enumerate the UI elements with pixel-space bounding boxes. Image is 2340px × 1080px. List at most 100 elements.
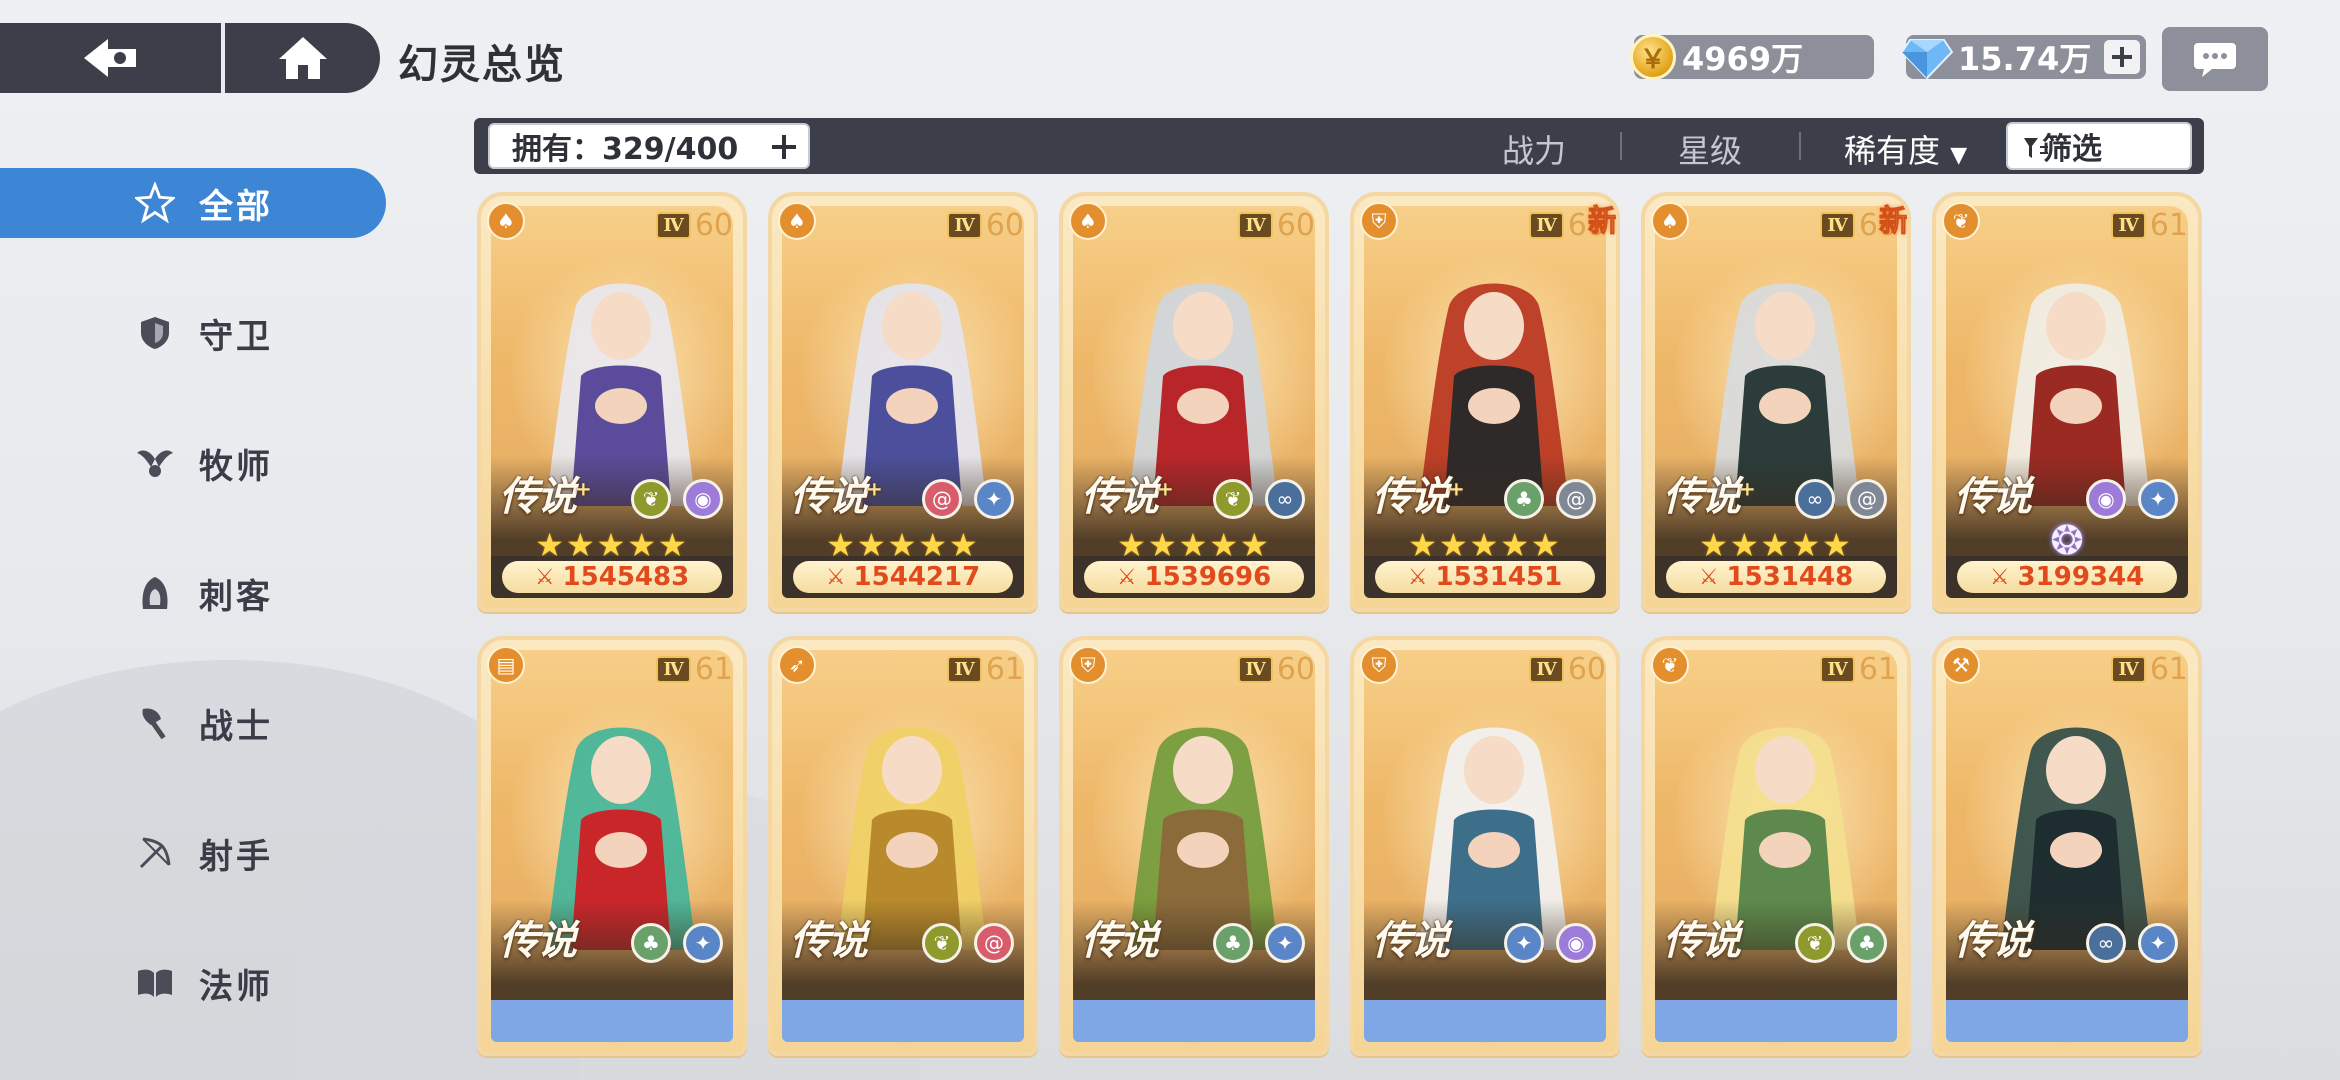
frost-icon: ✦ <box>1504 923 1544 963</box>
owned-count[interactable]: 拥有：329/400 <box>488 123 810 169</box>
rarity-label: 传说 <box>1954 917 2032 964</box>
spiral-icon: @ <box>1847 479 1887 519</box>
rank-badge: Ⅳ <box>947 212 982 239</box>
frost-icon: ✦ <box>2138 479 2178 519</box>
level-number: 60 <box>985 208 1024 243</box>
combat-power: 1539696 <box>1144 562 1272 592</box>
rarity-label: 传说 <box>1081 917 1159 964</box>
spiral-icon: @ <box>1556 479 1596 519</box>
gold-counter: ￥ 4969万 <box>1630 34 1874 80</box>
hero-card[interactable]: ♠ Ⅳ 60 传说+ ❦ ◉ ★★★★★ ⚔ 1545483 <box>477 192 747 612</box>
sidebar-item-all[interactable]: 全部 <box>0 168 386 238</box>
card-base <box>1655 1000 1897 1042</box>
gem-counter: 15.74万 <box>1900 35 2146 80</box>
rank-badge: Ⅳ <box>2111 656 2146 683</box>
add-gems-button[interactable] <box>2104 40 2140 74</box>
hero-card[interactable]: ▤ Ⅳ 61 传说♣✦❂ <box>477 636 747 1056</box>
combat-power: 1531451 <box>1435 562 1563 592</box>
level-number: 60 <box>1276 208 1315 243</box>
sidebar-item-label: 射手 <box>199 836 273 877</box>
rank-badge: Ⅳ <box>1529 212 1564 239</box>
rarity-label: 传说 <box>1663 917 1741 964</box>
sidebar-item-label: 牧师 <box>199 446 273 487</box>
card-base <box>782 1000 1024 1042</box>
expand-capacity-button[interactable] <box>766 130 802 164</box>
sidebar-item-priest[interactable]: 牧师 <box>0 428 390 498</box>
hero-card[interactable]: ❦ Ⅳ 61 传说 ◉ ✦ ❂ ⚔ 3199344 <box>1932 192 2202 612</box>
sidebar-item-warrior[interactable]: 战士 <box>0 688 390 758</box>
hero-card[interactable]: ➶ Ⅳ 61 传说❦@❂ <box>768 636 1038 1056</box>
hero-level: Ⅳ 60 <box>1238 652 1315 687</box>
wind-icon: ❦ <box>1795 923 1835 963</box>
top-nav <box>0 23 380 93</box>
level-number: 60 <box>1567 652 1606 687</box>
new-badge: 新 <box>1588 204 1618 240</box>
leaf-icon: ♣ <box>1504 479 1544 519</box>
rarity-label: 传说+ <box>1081 473 1174 520</box>
hero-level: Ⅳ 60 <box>1529 652 1606 687</box>
sort-by-star[interactable]: 星级 <box>1678 126 1742 172</box>
gold-coin-icon: ￥ <box>1630 34 1676 80</box>
star-compass-icon <box>135 182 175 224</box>
wings-icon <box>135 443 175 483</box>
rarity-label: 传说 <box>499 917 577 964</box>
hero-card[interactable]: ⛨ Ⅳ 60 传说♣✦❂ <box>1059 636 1329 1056</box>
hero-card[interactable]: ♠ Ⅳ 60 传说+ ❦ ∞ ★★★★★ ⚔ 1539696 <box>1059 192 1329 612</box>
hood-icon <box>135 573 175 613</box>
rank-badge: Ⅳ <box>656 656 691 683</box>
hero-card[interactable]: ⛨ Ⅳ 60 传说✦◉❂ <box>1350 636 1620 1056</box>
hood-icon: ♠ <box>1069 202 1107 240</box>
axe-icon: ⚒ <box>1942 646 1980 684</box>
frost-icon: ✦ <box>974 479 1014 519</box>
diamond-icon <box>1900 39 1954 80</box>
shield-icon: ⛨ <box>1069 646 1107 684</box>
home-button[interactable] <box>225 23 380 93</box>
sort-rarity-label: 稀有度 <box>1844 132 1941 170</box>
rank-badge: Ⅳ <box>1238 656 1273 683</box>
level-number: 61 <box>2149 208 2188 243</box>
back-arrow-icon <box>83 39 136 77</box>
back-button[interactable] <box>0 23 225 93</box>
chat-button[interactable] <box>2162 27 2268 91</box>
hero-level: Ⅳ 61 <box>2111 652 2188 687</box>
hero-card[interactable]: ⚒ Ⅳ 61 传说∞✦❂ <box>1932 636 2202 1056</box>
filter-bar: 拥有：329/400 战力 星级 稀有度 ▼ 筛选 <box>474 118 2204 174</box>
rank-badge: Ⅳ <box>656 212 691 239</box>
wings-icon: ❦ <box>1942 202 1980 240</box>
filter-button-label: 筛选 <box>2042 132 2102 167</box>
rarity-label: 传说+ <box>1372 473 1465 520</box>
combat-power: 1545483 <box>562 562 690 592</box>
sidebar-item-label: 守卫 <box>199 316 273 357</box>
hero-card[interactable]: ♠ Ⅳ 60 传说+ @ ✦ ★★★★★ ⚔ 1544217 <box>768 192 1038 612</box>
void-icon: ∞ <box>1795 479 1835 519</box>
hero-card[interactable]: ❦ Ⅳ 61 传说❦♣❂ <box>1641 636 1911 1056</box>
eye-icon: ◉ <box>2086 479 2126 519</box>
hood-icon: ♠ <box>487 202 525 240</box>
rank-badge: Ⅳ <box>2111 212 2146 239</box>
hero-card[interactable]: ⛨ Ⅳ 60 新传说+ ♣ @ ★★★★★ ⚔ 1531451 <box>1350 192 1620 612</box>
crossed-swords-icon: ⚔ <box>1116 564 1137 590</box>
sidebar-item-archer[interactable]: 射手 <box>0 818 390 888</box>
shield-icon <box>135 313 175 353</box>
axe-icon <box>135 703 175 743</box>
sort-by-power[interactable]: 战力 <box>1502 126 1566 172</box>
rank-badge: Ⅳ <box>1820 656 1855 683</box>
combat-power: 3199344 <box>2017 562 2145 592</box>
rarity-label: 传说+ <box>790 473 883 520</box>
rarity-label: 传说+ <box>1663 473 1756 520</box>
owned-count-text: 拥有：329/400 <box>512 132 739 167</box>
triangle-down-icon: ▼ <box>1950 143 1968 168</box>
book-icon <box>135 963 175 1003</box>
hero-level: Ⅳ 61 <box>1820 652 1897 687</box>
hero-card[interactable]: ♠ Ⅳ 60 新传说+ ∞ @ ★★★★★ ⚔ 1531448 <box>1641 192 1911 612</box>
rarity-label: 传说 <box>1954 473 2032 520</box>
sidebar-item-mage[interactable]: 法师 <box>0 948 390 1018</box>
card-base <box>491 1000 733 1042</box>
filter-funnel-icon <box>2024 138 2048 158</box>
filter-button[interactable]: 筛选 <box>2006 122 2192 170</box>
sidebar-item-guard[interactable]: 守卫 <box>0 298 390 368</box>
level-number: 61 <box>694 652 733 687</box>
sidebar-item-assassin[interactable]: 刺客 <box>0 558 390 628</box>
rank-badge: Ⅳ <box>1529 656 1564 683</box>
sort-by-rarity[interactable]: 稀有度 ▼ <box>1844 126 1967 172</box>
